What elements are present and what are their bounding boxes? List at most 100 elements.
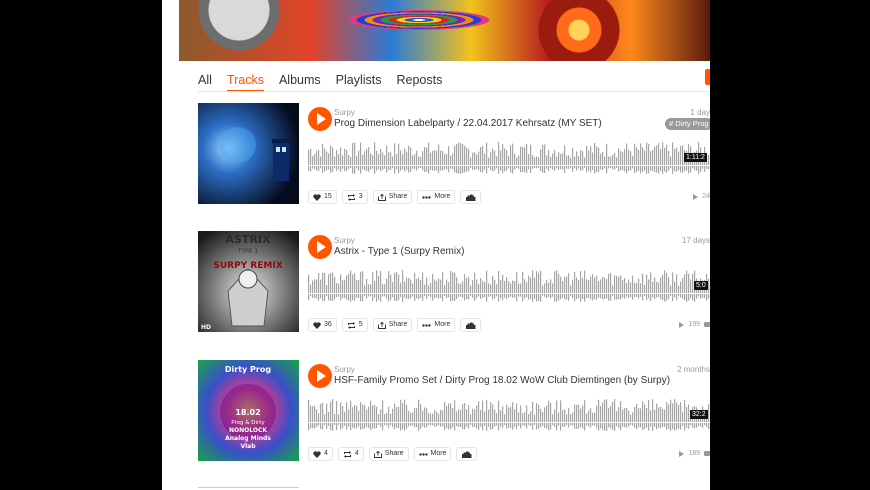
waveform-bar [600, 153, 602, 170]
hd-badge: HD [201, 324, 211, 331]
waveform-bar [588, 280, 590, 299]
track-title[interactable]: Astrix - Type 1 (Surpy Remix) [334, 246, 464, 257]
waveform-bar [404, 148, 406, 172]
tab-albums[interactable]: Albums [279, 72, 321, 92]
waveform-bar [438, 278, 440, 299]
header-action-button[interactable] [705, 69, 710, 85]
waveform-bar [648, 279, 650, 299]
share-button[interactable]: Share [372, 190, 413, 204]
track-title[interactable]: Prog Dimension Labelparty / 22.04.2017 K… [334, 118, 602, 129]
waveform-bar [476, 405, 478, 429]
waveform-bar [654, 277, 656, 299]
waveform-bar [508, 407, 510, 428]
waveform-bar [680, 402, 682, 430]
waveform-bar [460, 283, 462, 297]
station-button[interactable] [460, 318, 482, 332]
waveform-bar [560, 154, 562, 170]
share-button[interactable]: Share [372, 318, 413, 332]
waveform-bar [312, 406, 314, 429]
waveform-bar [638, 149, 640, 171]
waveform-bar [628, 410, 630, 427]
waveform-bar [344, 279, 346, 299]
waveform-bar [494, 409, 496, 427]
waveform-bar [534, 157, 536, 169]
waveform-bar [626, 143, 628, 174]
repost-button[interactable]: 5 [341, 318, 368, 332]
more-button[interactable]: More [413, 447, 452, 461]
repost-button[interactable]: 4 [337, 447, 364, 461]
waveform-bar [312, 280, 314, 298]
waveform-bar [440, 279, 442, 299]
waveform-bar [500, 150, 502, 171]
play-button[interactable] [308, 364, 332, 388]
waveform-bar [478, 401, 480, 431]
genre-tag[interactable]: # Dirty Prog [665, 118, 710, 130]
track-artwork[interactable]: ASTRIX TYPE 1 SURPY REMIX HD [198, 231, 299, 332]
track-duration: 1:11:2 [684, 153, 707, 162]
station-button[interactable] [456, 447, 478, 461]
tab-reposts[interactable]: Reposts [396, 72, 442, 92]
waveform-bar [558, 273, 560, 301]
waveform-bar [444, 401, 446, 430]
waveform-bar [358, 280, 360, 299]
waveform-bar [596, 146, 598, 173]
waveform[interactable] [308, 139, 710, 175]
waveform-bar [404, 281, 406, 298]
tab-all[interactable]: All [198, 72, 212, 92]
waveform-bar [388, 406, 390, 428]
waveform-bar [328, 411, 330, 426]
waveform-bar [654, 409, 656, 427]
waveform-bar [346, 402, 348, 430]
waveform-bar [462, 144, 464, 174]
waveform-bar [496, 284, 498, 297]
waveform-bar [708, 154, 710, 170]
like-button[interactable]: 36 [308, 318, 337, 332]
waveform-bar [584, 400, 586, 431]
station-button[interactable] [460, 190, 482, 204]
waveform-bar [514, 153, 516, 170]
track-artist[interactable]: Surpy [334, 236, 355, 245]
tab-tracks[interactable]: Tracks [226, 72, 264, 92]
waveform-bar [566, 414, 568, 426]
waveform-bar [512, 280, 514, 298]
waveform-bar [618, 406, 620, 428]
waveform-bar [322, 143, 324, 174]
more-label: More [434, 321, 451, 328]
track-artist[interactable]: Surpy [334, 108, 355, 117]
waveform-bar [538, 157, 540, 168]
art-artist-text: Analog Minds [225, 435, 271, 442]
waveform-bar [418, 277, 420, 300]
like-button[interactable]: 4 [308, 447, 333, 461]
waveform-bar [690, 279, 692, 299]
play-button[interactable] [308, 235, 332, 259]
waveform-bar [444, 285, 446, 297]
track-artwork[interactable]: Dirty Prog 18.02 Prog & Dirty NONOLOCK A… [198, 360, 299, 461]
waveform-bar [308, 399, 310, 431]
waveform-bar [672, 403, 674, 430]
like-button[interactable]: 15 [308, 190, 337, 204]
waveform-bar [618, 148, 620, 172]
waveform-bar [350, 157, 352, 169]
waveform-bar [606, 399, 608, 431]
waveform-bar [556, 400, 558, 431]
more-button[interactable]: More [417, 318, 456, 332]
waveform[interactable] [308, 396, 710, 432]
waveform-bar [668, 150, 670, 171]
waveform[interactable] [308, 267, 710, 303]
waveform-bar [358, 410, 360, 427]
track-artwork[interactable] [198, 103, 299, 204]
waveform-bar [652, 281, 654, 298]
waveform-bar [674, 149, 676, 172]
share-button[interactable]: Share [368, 447, 409, 461]
more-button[interactable]: More [417, 190, 456, 204]
play-button[interactable] [308, 107, 332, 131]
waveform-bar [372, 155, 374, 169]
track-title[interactable]: HSF-Family Promo Set / Dirty Prog 18.02 … [334, 375, 670, 386]
track-duration: 5:0 [694, 281, 708, 290]
waveform-bar [504, 148, 506, 172]
repost-button[interactable]: 3 [341, 190, 368, 204]
waveform-bar [682, 411, 684, 427]
waveform-bar [492, 275, 494, 300]
tab-playlists[interactable]: Playlists [336, 72, 382, 92]
track-artist[interactable]: Surpy [334, 365, 355, 374]
